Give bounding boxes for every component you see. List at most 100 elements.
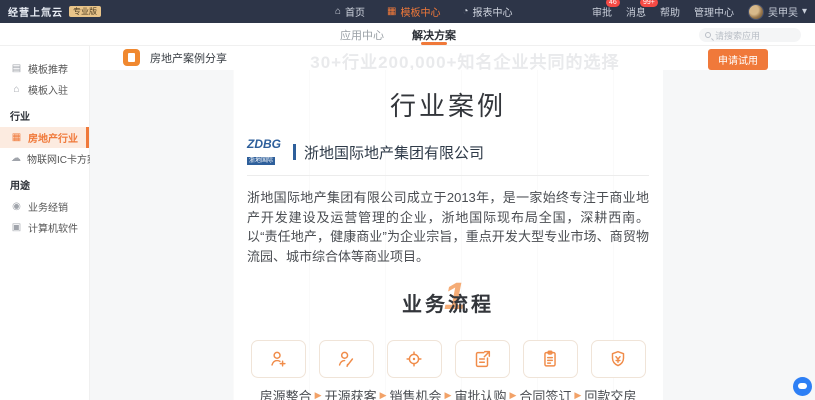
customer-support-button[interactable] xyxy=(793,377,812,396)
nav-report-center[interactable]: ◔ 报表中心 xyxy=(463,4,513,19)
approvals-count-badge: 46 xyxy=(606,0,620,7)
clipboard-icon xyxy=(539,348,561,370)
person-add-icon xyxy=(267,348,289,370)
sidebar-item-iot-card[interactable]: ☁ 物联网IC卡方案 xyxy=(0,148,89,169)
admin-center-label: 管理中心 xyxy=(694,8,734,19)
cloud-icon: ☁ xyxy=(11,153,21,164)
content-area: 30+行业200,000+知名企业共同的选择 房地产案例分享 申请试用 行业案例… xyxy=(90,46,815,400)
sidebar-item-label: 物联网IC卡方案 xyxy=(27,151,97,166)
sidebar-section-usage: 用途 xyxy=(0,169,89,196)
tab-app-center-label: 应用中心 xyxy=(340,27,384,43)
sidebar-item-label: 房地产行业 xyxy=(28,130,78,145)
sidebar-item-software[interactable]: ▣ 计算机软件 xyxy=(0,217,89,238)
help-label: 帮助 xyxy=(660,8,680,19)
arrow-right-icon: ▶ xyxy=(445,390,452,400)
template-icon: ▦ xyxy=(387,6,396,17)
nav-template-label: 模板中心 xyxy=(401,4,441,19)
step-card-acquire[interactable] xyxy=(319,340,374,378)
step-card-approval[interactable] xyxy=(455,340,510,378)
tab-solutions[interactable]: 解决方案 xyxy=(412,23,456,46)
nav-template-center[interactable]: ▦ 模板中心 xyxy=(387,4,440,19)
tab-app-center[interactable]: 应用中心 xyxy=(340,23,384,46)
sidebar-item-label: 计算机软件 xyxy=(28,220,78,235)
house-icon: ⌂ xyxy=(11,84,22,95)
brand-logo: 经营上氚云 xyxy=(8,4,63,19)
step-card-payment[interactable] xyxy=(591,340,646,378)
target-icon: ◉ xyxy=(11,201,22,212)
sidebar-item-label: 模板入驻 xyxy=(28,82,68,97)
nav-approvals[interactable]: 审批 46 xyxy=(592,4,612,19)
messages-count-badge: 99+ xyxy=(640,0,658,7)
process-title-group: 1 业务流程 xyxy=(247,288,649,318)
page-title: 房地产案例分享 xyxy=(150,50,227,66)
case-title: 行业案例 xyxy=(247,86,649,123)
step-card-contract[interactable] xyxy=(523,340,578,378)
step-label: 销售机会 xyxy=(390,386,442,400)
arrow-right-icon: ▶ xyxy=(509,390,516,400)
process-steps-icons xyxy=(247,340,649,378)
page-title-group: 房地产案例分享 xyxy=(123,49,227,66)
process-title: 业务流程 xyxy=(402,294,494,316)
search-placeholder: 请搜索应用 xyxy=(715,29,760,42)
arrow-right-icon: ▶ xyxy=(380,390,387,400)
nav-help[interactable]: 帮助 xyxy=(660,4,680,19)
home-icon: ⌂ xyxy=(335,6,341,17)
top-navbar: 经营上氚云 专业版 ⌂ 首页 ▦ 模板中心 ◔ 报表中心 审批 46 消息 xyxy=(0,0,815,23)
tab-solutions-label: 解决方案 xyxy=(412,27,456,43)
sub-navbar: 应用中心 解决方案 请搜索应用 xyxy=(0,23,815,46)
nav-messages[interactable]: 消息 99+ xyxy=(626,4,646,19)
monitor-icon: ▣ xyxy=(11,222,22,233)
target-icon xyxy=(403,348,425,370)
username: 吴甲吴 xyxy=(768,4,798,19)
board-icon: ▤ xyxy=(11,63,22,74)
search-icon xyxy=(705,32,711,38)
nav-report-label: 报表中心 xyxy=(473,4,513,19)
user-menu[interactable]: 吴甲吴 ▾ xyxy=(748,4,807,20)
step-label: 房源整合 xyxy=(260,386,312,400)
app-window: 经营上氚云 专业版 ⌂ 首页 ▦ 模板中心 ◔ 报表中心 审批 46 消息 xyxy=(0,0,815,400)
approvals-label: 审批 xyxy=(592,8,612,19)
sidebar: ▤ 模板推荐 ⌂ 模板入驻 行业 ▦ 房地产行业 ☁ 物联网IC卡方案 用途 ◉… xyxy=(0,46,90,400)
step-label: 回款交房 xyxy=(584,386,636,400)
divider xyxy=(293,144,296,160)
sidebar-item-distribution[interactable]: ◉ 业务经销 xyxy=(0,196,89,217)
arrow-right-icon: ▶ xyxy=(574,390,581,400)
nav-admin-center[interactable]: 管理中心 xyxy=(694,4,734,19)
case-card: 行业案例 ZDBG 浙地国际 浙地国际地产集团有限公司 浙地国际地产集团有限公司… xyxy=(233,70,663,400)
person-edit-icon xyxy=(335,348,357,370)
company-logo-subtext: 浙地国际 xyxy=(247,157,275,165)
company-logo-text: ZDBG xyxy=(247,138,289,150)
plan-badge: 专业版 xyxy=(69,6,101,18)
apply-trial-button[interactable]: 申请试用 xyxy=(708,49,768,70)
step-card-source[interactable] xyxy=(251,340,306,378)
topnav-center: ⌂ 首页 ▦ 模板中心 ◔ 报表中心 xyxy=(335,4,513,19)
avatar xyxy=(748,4,764,20)
sidebar-item-template-join[interactable]: ⌂ 模板入驻 xyxy=(0,79,89,100)
document-share-icon xyxy=(471,348,493,370)
report-icon: ◔ xyxy=(463,6,469,17)
sidebar-item-template-recommend[interactable]: ▤ 模板推荐 xyxy=(0,58,89,79)
step-label: 审批认购 xyxy=(454,386,506,400)
search-input[interactable]: 请搜索应用 xyxy=(699,28,801,42)
company-description: 浙地国际地产集团有限公司成立于2013年，是一家始终专注于商业地产开发建设及运营… xyxy=(247,188,649,266)
sidebar-item-label: 模板推荐 xyxy=(28,61,68,76)
arrow-right-icon: ▶ xyxy=(315,390,322,400)
tabs: 应用中心 解决方案 xyxy=(340,23,456,46)
step-card-opportunity[interactable] xyxy=(387,340,442,378)
topnav-right: 审批 46 消息 99+ 帮助 管理中心 吴甲吴 ▾ xyxy=(592,4,807,20)
company-name: 浙地国际地产集团有限公司 xyxy=(304,142,484,163)
messages-label: 消息 xyxy=(626,8,646,19)
nav-home[interactable]: ⌂ 首页 xyxy=(335,4,365,19)
brand[interactable]: 经营上氚云 专业版 xyxy=(8,4,101,19)
sidebar-section-industry: 行业 xyxy=(0,100,89,127)
nav-home-label: 首页 xyxy=(345,4,365,19)
content-header: 30+行业200,000+知名企业共同的选择 房地产案例分享 申请试用 xyxy=(90,46,815,70)
building-icon: ▦ xyxy=(11,132,22,143)
document-share-icon xyxy=(123,49,140,66)
process-steps-labels: 房源整合 ▶ 开源获客 ▶ 销售机会 ▶ 审批认购 ▶ 合同签订 ▶ 回款交房 xyxy=(247,386,649,400)
sidebar-item-realestate[interactable]: ▦ 房地产行业 xyxy=(0,127,89,148)
step-label: 开源获客 xyxy=(325,386,377,400)
company-row: ZDBG 浙地国际 浙地国际地产集团有限公司 xyxy=(247,138,649,176)
company-logo: ZDBG 浙地国际 xyxy=(247,138,289,166)
chevron-down-icon: ▾ xyxy=(802,6,807,17)
